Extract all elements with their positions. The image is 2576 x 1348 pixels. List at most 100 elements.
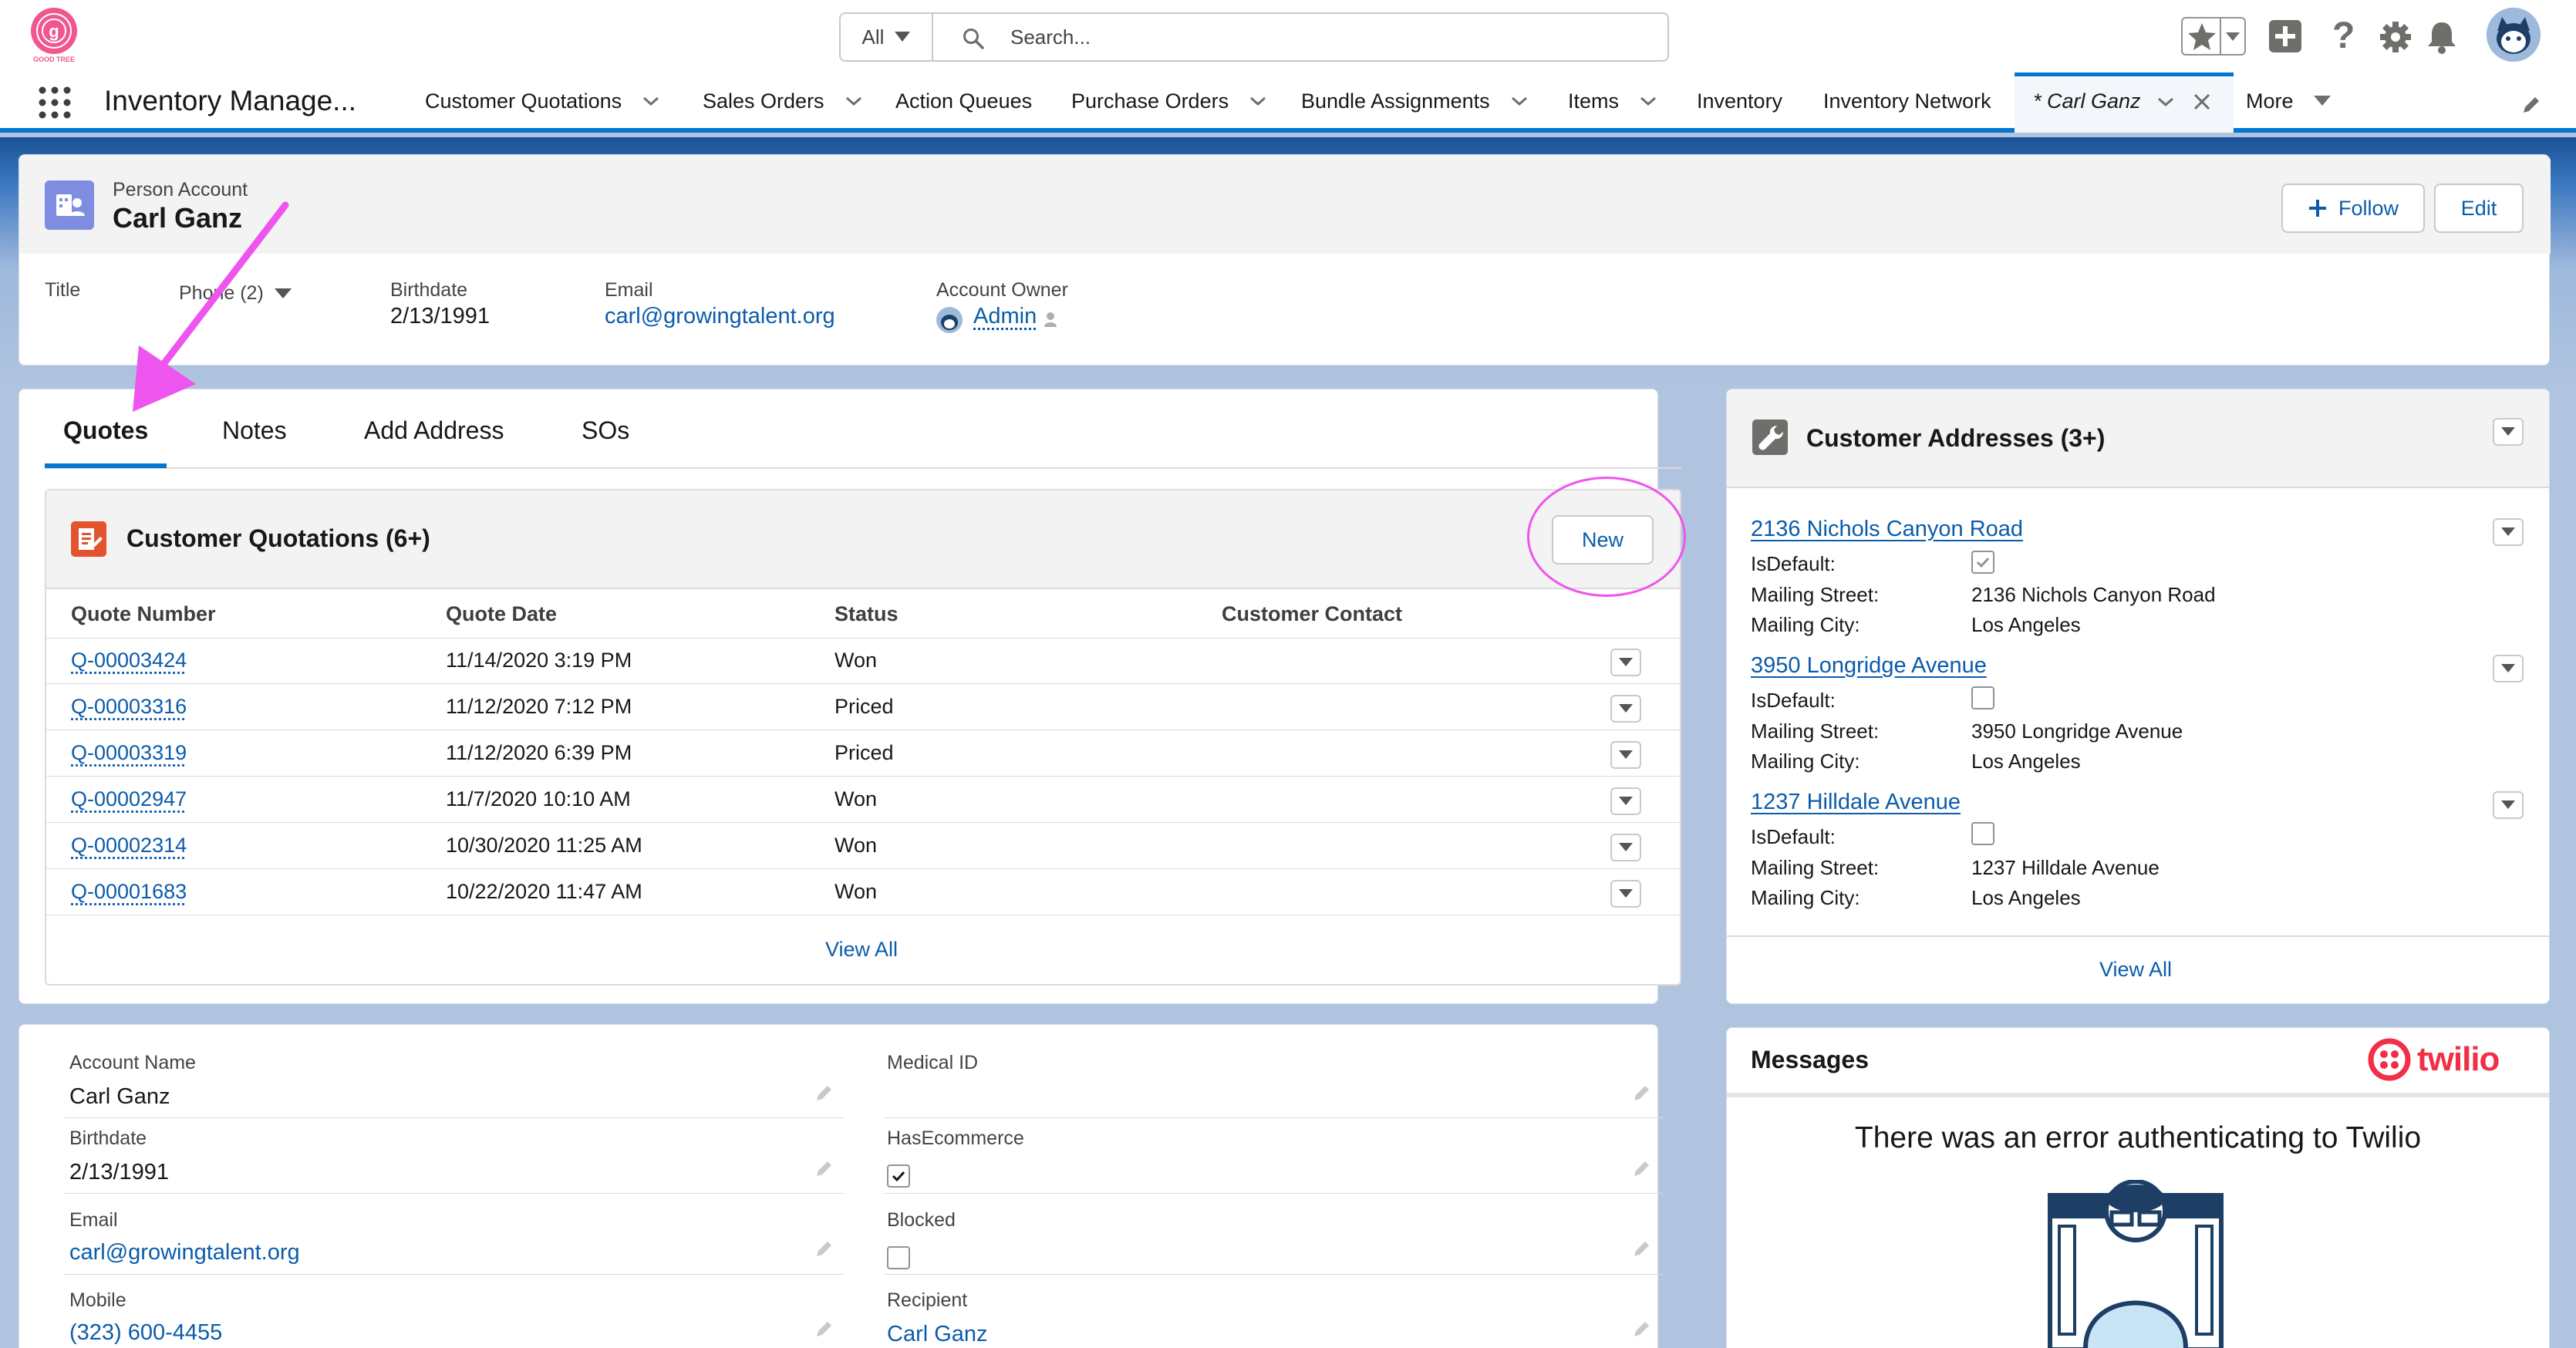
customer-addresses-title[interactable]: Customer Addresses (3+)	[1806, 424, 2105, 453]
email-label: Email	[69, 1209, 118, 1231]
addresses-card-menu[interactable]	[2493, 418, 2524, 446]
quote-number-link[interactable]: Q-00003424	[71, 649, 187, 672]
tab-add-address[interactable]: Add Address	[364, 416, 504, 445]
mailing-city-label: Mailing City:	[1751, 613, 1860, 636]
nav-item-more[interactable]: More	[2246, 69, 2331, 133]
row-actions-dropdown[interactable]	[1610, 649, 1641, 676]
edit-pencil-icon[interactable]	[814, 1238, 835, 1259]
medical-id-label: Medical ID	[887, 1052, 979, 1073]
favorites-button[interactable]	[2181, 17, 2246, 56]
email-link[interactable]: carl@growingtalent.org	[605, 304, 835, 329]
row-actions-dropdown[interactable]	[1610, 834, 1641, 861]
quote-number-link[interactable]: Q-00001683	[71, 880, 187, 904]
app-launcher-waffle-icon[interactable]	[39, 86, 71, 119]
mobile-value-link[interactable]: (323) 600-4455	[69, 1320, 222, 1346]
quote-number-link[interactable]: Q-00002947	[71, 787, 187, 811]
column-header-quote-date[interactable]: Quote Date	[446, 602, 557, 626]
row-actions-dropdown[interactable]	[1610, 787, 1641, 815]
messages-title: Messages	[1751, 1046, 1869, 1073]
error-illustration-icon	[2047, 1180, 2224, 1348]
checkmark-icon	[1976, 557, 1990, 568]
change-owner-icon[interactable]	[1043, 310, 1061, 329]
address-actions-dropdown[interactable]	[2493, 518, 2524, 546]
edit-pencil-icon[interactable]	[1632, 1158, 1652, 1178]
notifications-bell-icon[interactable]	[2426, 20, 2457, 54]
row-actions-dropdown[interactable]	[1610, 741, 1641, 769]
follow-button[interactable]: Follow	[2281, 184, 2425, 233]
edit-pencil-icon[interactable]	[814, 1319, 835, 1339]
org-logo[interactable]: g GOOD TREE	[23, 5, 85, 66]
nav-item-customer-quotations[interactable]: Customer Quotations	[425, 69, 660, 133]
caret-down-icon	[1619, 797, 1633, 805]
caret-down-icon	[1619, 704, 1633, 713]
field-divider	[884, 1193, 1663, 1194]
row-actions-dropdown[interactable]	[1610, 695, 1641, 723]
help-icon[interactable]: ?	[2332, 17, 2355, 56]
nav-item-inventory[interactable]: Inventory	[1697, 69, 1782, 133]
quote-date: 10/30/2020 11:25 AM	[446, 834, 642, 857]
edit-pencil-icon[interactable]	[1632, 1238, 1652, 1259]
birthdate-field-label: Birthdate	[390, 279, 468, 301]
edit-pencil-icon[interactable]	[814, 1158, 835, 1178]
nav-item-bundle-assignments[interactable]: Bundle Assignments	[1301, 69, 1529, 133]
nav-item-items[interactable]: Items	[1568, 69, 1657, 133]
quote-number-link[interactable]: Q-00002314	[71, 834, 187, 858]
mailing-city-value: Los Angeles	[1971, 886, 2081, 909]
address-link[interactable]: 2136 Nichols Canyon Road	[1751, 517, 2023, 542]
addresses-view-all-link[interactable]: View All	[2099, 958, 2172, 982]
quote-number-link[interactable]: Q-00003319	[71, 741, 187, 765]
nav-item-purchase-orders[interactable]: Purchase Orders	[1071, 69, 1267, 133]
search-input[interactable]	[933, 14, 1667, 60]
edit-nav-pencil-icon[interactable]	[2520, 94, 2542, 116]
chevron-down-icon[interactable]	[1510, 95, 1529, 107]
address-link[interactable]: 3950 Longridge Avenue	[1751, 653, 1987, 679]
tab-sos[interactable]: SOs	[582, 416, 629, 445]
field-divider	[884, 1117, 1663, 1118]
quote-date: 10/22/2020 11:47 AM	[446, 880, 642, 903]
edit-button[interactable]: Edit	[2434, 184, 2524, 233]
messages-header-divider	[1727, 1093, 2549, 1097]
active-tab-chevron-down-icon[interactable]	[2156, 96, 2175, 108]
chevron-down-icon[interactable]	[642, 95, 660, 107]
row-actions-dropdown[interactable]	[1610, 880, 1641, 908]
caret-down-icon	[2501, 664, 2515, 672]
tabs-divider	[45, 467, 1681, 469]
column-header-status[interactable]: Status	[835, 602, 899, 626]
quotations-view-all-link[interactable]: View All	[825, 938, 898, 962]
address-actions-dropdown[interactable]	[2493, 791, 2524, 819]
edit-pencil-icon[interactable]	[1632, 1083, 1652, 1103]
org-logo-text: GOOD TREE	[32, 56, 75, 63]
nav-item-action-queues[interactable]: Action Queues	[895, 69, 1032, 133]
column-header-customer-contact[interactable]: Customer Contact	[1222, 602, 1402, 626]
setup-gear-icon[interactable]	[2379, 20, 2412, 54]
mailing-street-value: 1237 Hilldale Avenue	[1971, 856, 2160, 879]
address-link[interactable]: 1237 Hilldale Avenue	[1751, 790, 1961, 815]
recipient-link[interactable]: Carl Ganz	[887, 1322, 988, 1347]
chevron-down-icon[interactable]	[845, 95, 863, 107]
highlights-header-band	[19, 155, 2551, 254]
search-scope-dropdown[interactable]: All	[841, 14, 933, 60]
account-owner-link[interactable]: Admin	[973, 304, 1037, 329]
edit-pencil-icon[interactable]	[814, 1083, 835, 1103]
close-tab-icon[interactable]	[2193, 93, 2211, 111]
user-avatar[interactable]	[2487, 8, 2541, 62]
search-scope-label: All	[861, 25, 885, 49]
person-account-icon	[45, 180, 94, 230]
chevron-down-icon[interactable]	[1639, 95, 1657, 107]
quote-number-link[interactable]: Q-00003316	[71, 695, 187, 719]
nav-item-inventory-network[interactable]: Inventory Network	[1823, 69, 1991, 133]
address-actions-dropdown[interactable]	[2493, 655, 2524, 682]
twilio-logo-icon	[2368, 1038, 2411, 1081]
column-header-quote-number[interactable]: Quote Number	[71, 602, 216, 626]
account-name-value: Carl Ganz	[69, 1084, 170, 1109]
active-tab-label[interactable]: * Carl Ganz	[2033, 69, 2141, 133]
chevron-down-icon[interactable]	[1249, 95, 1267, 107]
edit-pencil-icon[interactable]	[1632, 1319, 1652, 1339]
quotations-related-list	[45, 489, 1681, 986]
quotations-title[interactable]: Customer Quotations (6+)	[126, 524, 430, 553]
caret-down-icon	[2313, 96, 2331, 106]
owner-avatar-icon	[936, 307, 963, 333]
nav-item-sales-orders[interactable]: Sales Orders	[703, 69, 863, 133]
email-value-link[interactable]: carl@growingtalent.org	[69, 1240, 300, 1265]
global-actions-plus-icon[interactable]	[2269, 20, 2301, 52]
